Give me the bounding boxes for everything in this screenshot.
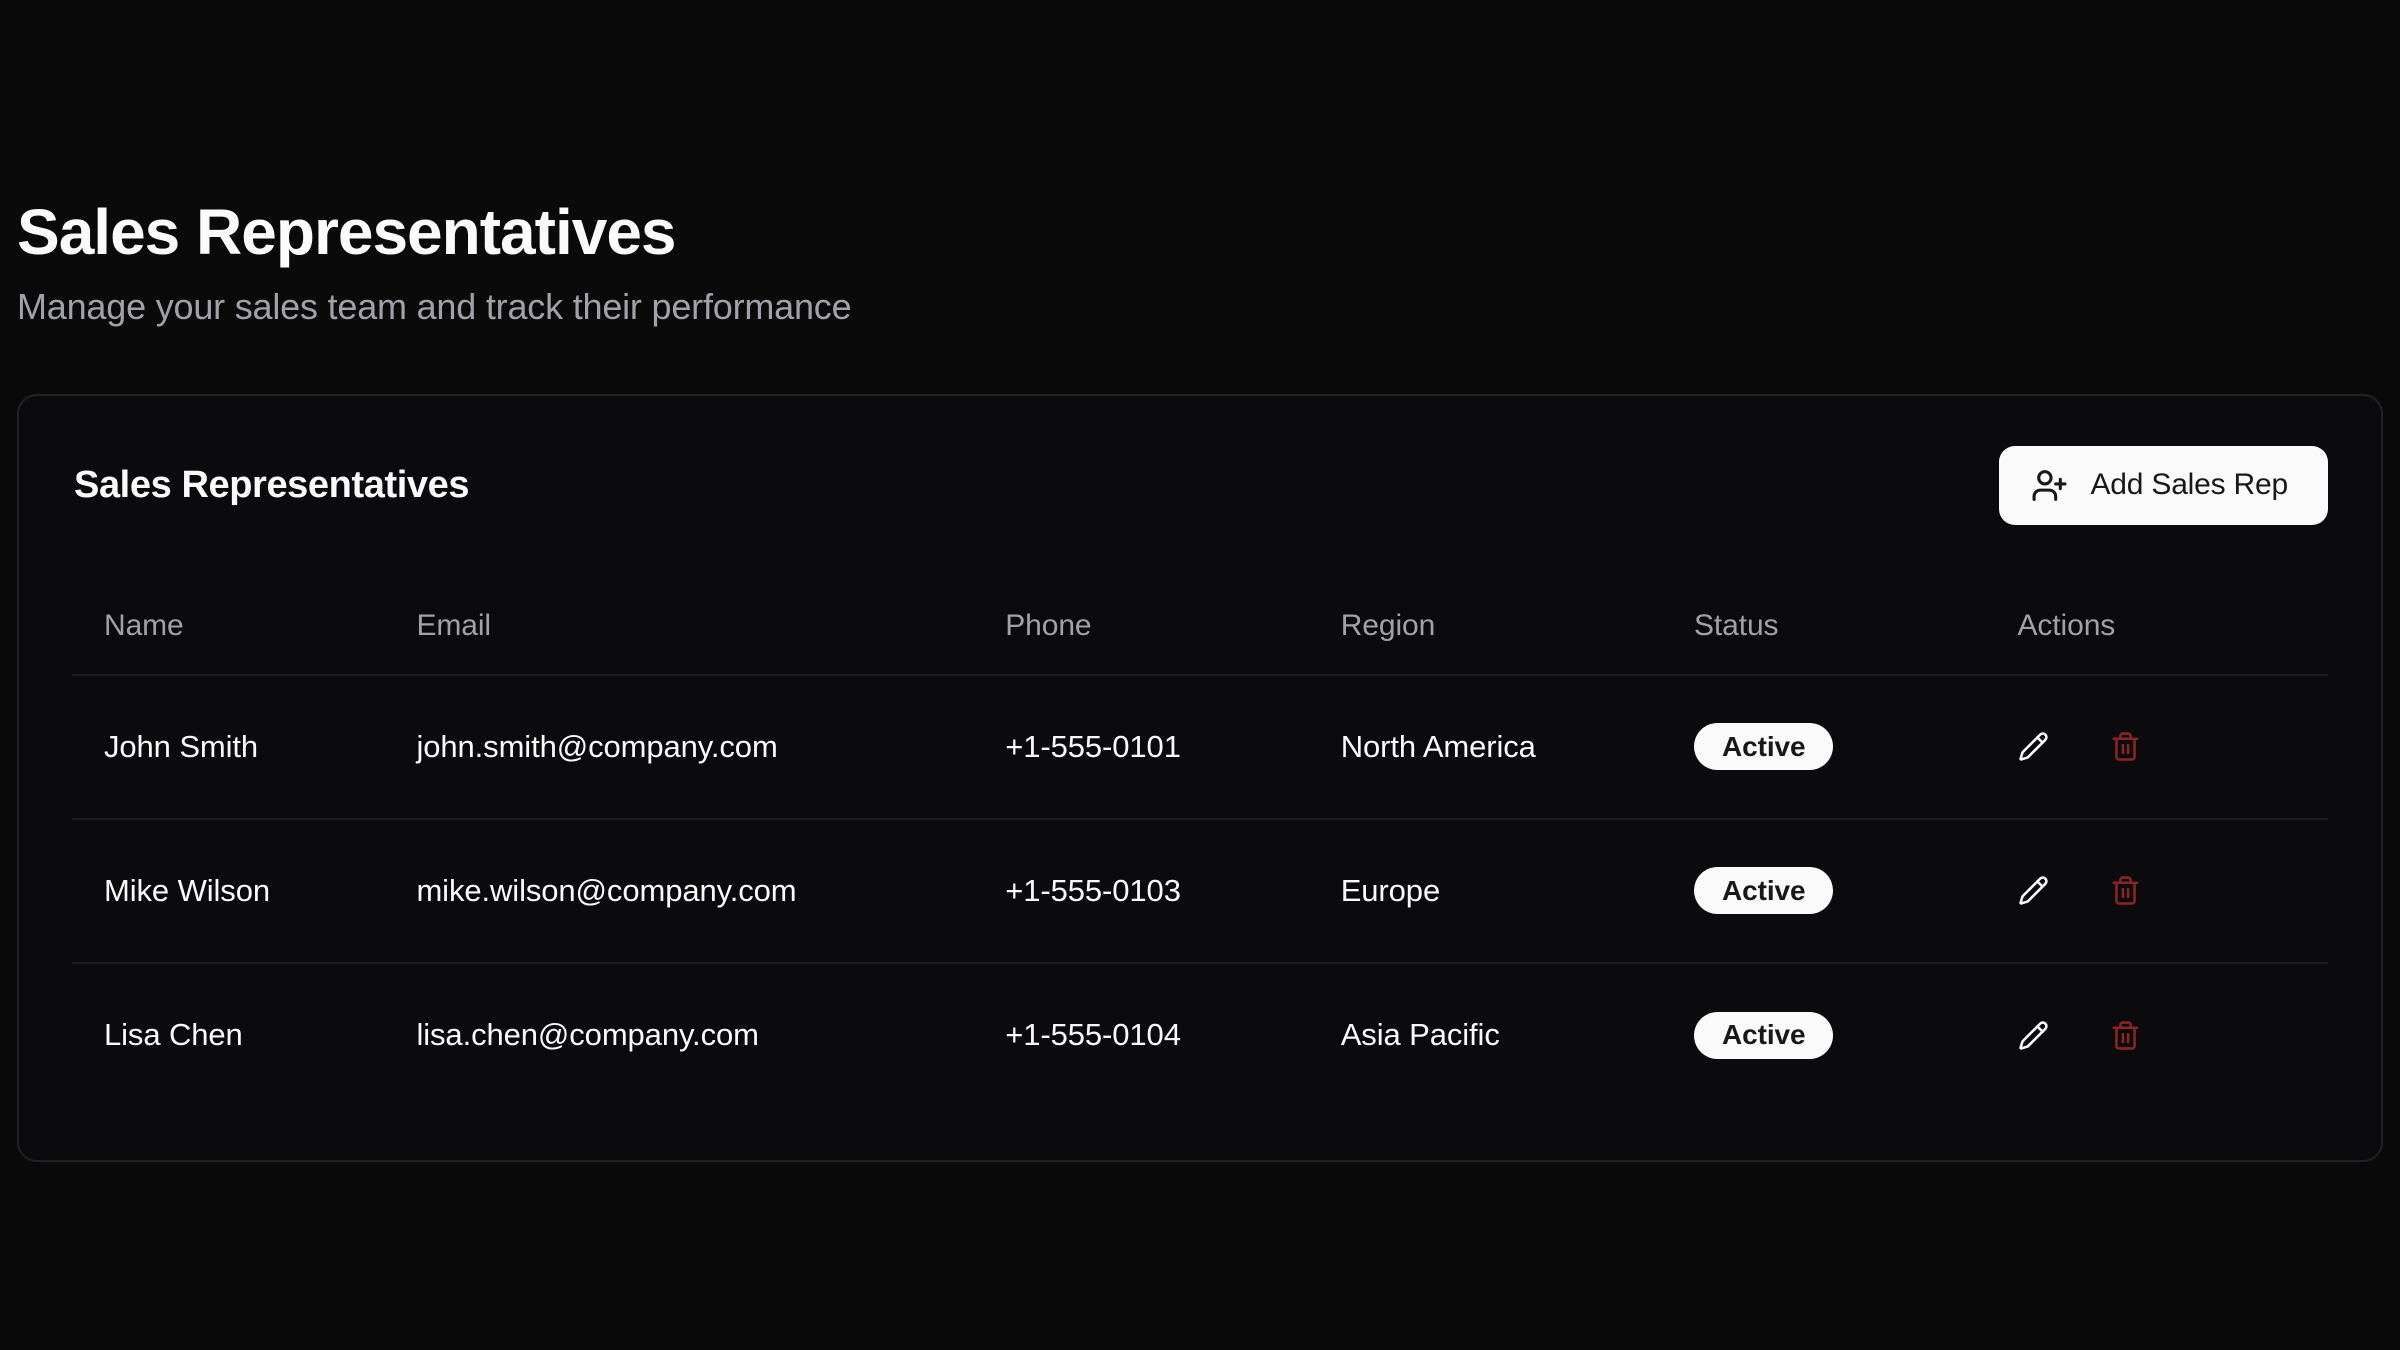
card-header: Sales Representatives Add Sales Rep [19, 396, 2381, 525]
trash-icon [2110, 731, 2141, 762]
status-badge: Active [1694, 867, 1833, 914]
column-header-region: Region [1309, 579, 1662, 675]
edit-button[interactable] [2002, 859, 2066, 923]
cell-status: Active [1662, 675, 1986, 819]
page: Sales Representatives Manage your sales … [0, 0, 2400, 1162]
table-row: Mike Wilson mike.wilson@company.com +1-5… [72, 819, 2328, 963]
cell-phone: +1-555-0103 [973, 819, 1308, 963]
cell-phone: +1-555-0104 [973, 963, 1308, 1107]
cell-phone: +1-555-0101 [973, 675, 1308, 819]
cell-region: Europe [1309, 819, 1662, 963]
cell-actions [1986, 963, 2329, 1107]
column-header-name: Name [72, 579, 384, 675]
pencil-icon [2018, 731, 2049, 762]
column-header-phone: Phone [973, 579, 1308, 675]
table-header: Name Email Phone Region Status Actions [72, 579, 2328, 675]
cell-name: Lisa Chen [72, 963, 384, 1107]
sales-reps-card: Sales Representatives Add Sales Rep [17, 394, 2383, 1162]
pencil-icon [2018, 1020, 2049, 1051]
page-title: Sales Representatives [17, 196, 2383, 270]
cell-name: Mike Wilson [72, 819, 384, 963]
status-badge: Active [1694, 723, 1833, 770]
pencil-icon [2018, 875, 2049, 906]
delete-button[interactable] [2094, 1003, 2158, 1067]
cell-email: mike.wilson@company.com [384, 819, 973, 963]
cell-status: Active [1662, 819, 1986, 963]
sales-reps-table: Name Email Phone Region Status Actions J… [72, 579, 2328, 1107]
delete-button[interactable] [2094, 859, 2158, 923]
column-header-email: Email [384, 579, 973, 675]
row-actions [2002, 859, 2297, 923]
cell-email: john.smith@company.com [384, 675, 973, 819]
card-title: Sales Representatives [74, 464, 469, 507]
column-header-status: Status [1662, 579, 1986, 675]
delete-button[interactable] [2094, 715, 2158, 779]
add-sales-rep-button[interactable]: Add Sales Rep [1999, 446, 2328, 525]
edit-button[interactable] [2002, 1003, 2066, 1067]
cell-actions [1986, 819, 2329, 963]
row-actions [2002, 1003, 2297, 1067]
status-badge: Active [1694, 1012, 1833, 1059]
cell-region: Asia Pacific [1309, 963, 1662, 1107]
cell-actions [1986, 675, 2329, 819]
cell-email: lisa.chen@company.com [384, 963, 973, 1107]
table-row: John Smith john.smith@company.com +1-555… [72, 675, 2328, 819]
add-sales-rep-button-label: Add Sales Rep [2090, 468, 2288, 502]
page-header: Sales Representatives Manage your sales … [17, 0, 2383, 328]
column-header-actions: Actions [1986, 579, 2329, 675]
table-header-row: Name Email Phone Region Status Actions [72, 579, 2328, 675]
trash-icon [2110, 875, 2141, 906]
table-body: John Smith john.smith@company.com +1-555… [72, 675, 2328, 1107]
table-row: Lisa Chen lisa.chen@company.com +1-555-0… [72, 963, 2328, 1107]
cell-name: John Smith [72, 675, 384, 819]
cell-region: North America [1309, 675, 1662, 819]
cell-status: Active [1662, 963, 1986, 1107]
table-container: Name Email Phone Region Status Actions J… [72, 579, 2328, 1107]
edit-button[interactable] [2002, 715, 2066, 779]
user-plus-icon [2031, 467, 2068, 504]
row-actions [2002, 715, 2297, 779]
trash-icon [2110, 1020, 2141, 1051]
page-subtitle: Manage your sales team and track their p… [17, 286, 2383, 328]
